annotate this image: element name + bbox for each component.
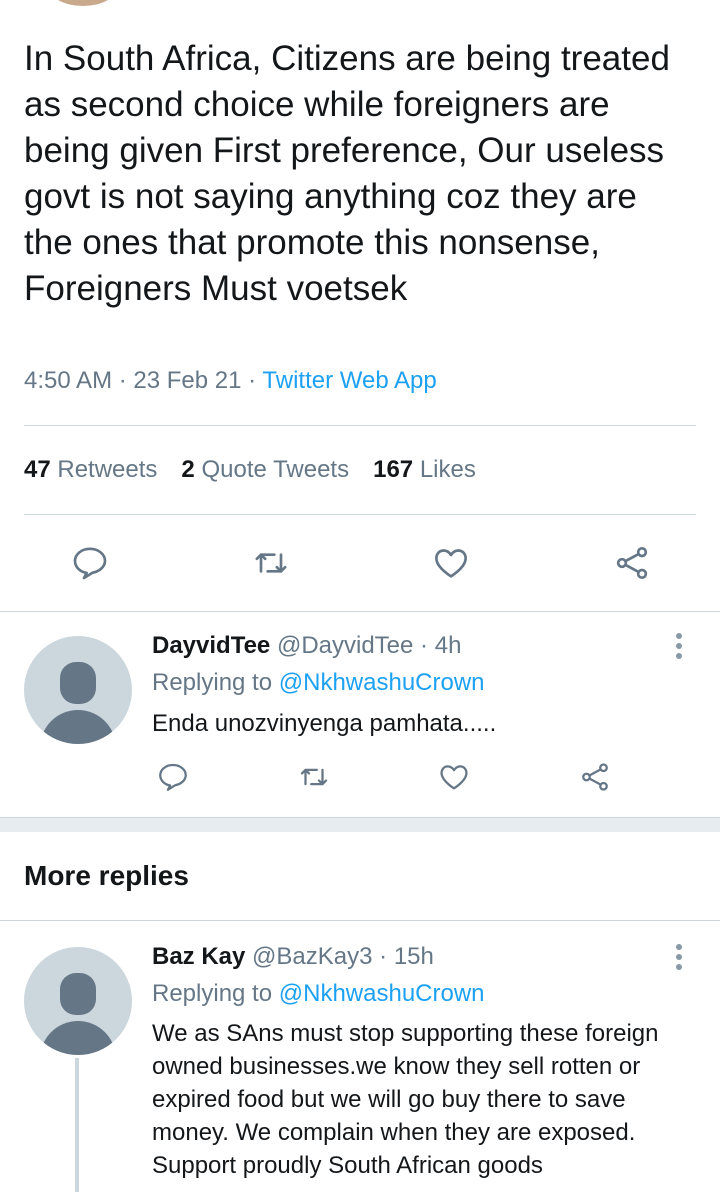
avatar-placeholder-icon: [60, 662, 96, 704]
reply-header: Baz Kay @BazKay3 · 15h: [152, 943, 434, 971]
tweet-meta: 4:50 AM · 23 Feb 21 · Twitter Web App: [24, 367, 437, 395]
tweet-date: 23 Feb 21: [133, 367, 242, 394]
replying-to-handle[interactable]: @NkhwashuCrown: [279, 980, 485, 1007]
divider: [0, 920, 720, 921]
retweet-icon[interactable]: [297, 760, 331, 794]
divider: [24, 514, 696, 515]
like-icon[interactable]: [431, 543, 471, 583]
share-icon[interactable]: [578, 760, 612, 794]
tweet-text: In South Africa, Citizens are being trea…: [24, 39, 670, 308]
quote-tweets-stat[interactable]: 2 Quote Tweets: [181, 456, 349, 484]
reply-text: We as SAns must stop supporting these fo…: [152, 1020, 659, 1179]
tweet-time: 4:50 AM: [24, 367, 113, 394]
separator: ·: [118, 367, 127, 394]
separator: ·: [420, 632, 429, 659]
reply-author-name[interactable]: DayvidTee: [152, 632, 270, 659]
author-avatar[interactable]: [48, 0, 118, 6]
separator: ·: [248, 367, 257, 394]
tweet-stats: 47 Retweets 2 Quote Tweets 167 Likes: [24, 456, 476, 484]
more-replies-heading: More replies: [24, 860, 189, 891]
section-gap: [0, 818, 720, 832]
share-icon[interactable]: [612, 543, 652, 583]
reply-icon[interactable]: [156, 760, 190, 794]
tweet-source-link[interactable]: Twitter Web App: [262, 367, 436, 394]
like-icon[interactable]: [437, 760, 471, 794]
avatar[interactable]: [24, 947, 132, 1055]
tweet-action-bar: [70, 543, 652, 583]
divider: [24, 425, 696, 426]
avatar[interactable]: [24, 636, 132, 744]
retweet-icon[interactable]: [251, 543, 291, 583]
reply-age: 4h: [434, 632, 462, 659]
likes-stat[interactable]: 167 Likes: [373, 456, 476, 484]
replying-to: Replying to @NkhwashuCrown: [152, 669, 485, 696]
reply-icon[interactable]: [70, 543, 110, 583]
more-icon[interactable]: [676, 633, 684, 663]
retweets-stat[interactable]: 47 Retweets: [24, 456, 157, 484]
reply-header: DayvidTee @DayvidTee · 4h: [152, 632, 461, 660]
thread-line: [75, 1058, 79, 1192]
reply-author-handle[interactable]: @BazKay3: [252, 943, 372, 970]
reply-action-bar: [156, 760, 612, 794]
reply-author-name[interactable]: Baz Kay: [152, 943, 245, 970]
reply-author-handle[interactable]: @DayvidTee: [277, 632, 413, 659]
reply-age: 15h: [393, 943, 434, 970]
more-icon[interactable]: [676, 944, 684, 974]
replying-to-handle[interactable]: @NkhwashuCrown: [279, 669, 485, 696]
reply-text: Enda unozvinyenga pamhata.....: [152, 710, 497, 737]
replying-to: Replying to @NkhwashuCrown: [152, 980, 485, 1007]
separator: ·: [379, 943, 388, 970]
avatar-placeholder-icon: [60, 973, 96, 1015]
divider: [0, 611, 720, 612]
